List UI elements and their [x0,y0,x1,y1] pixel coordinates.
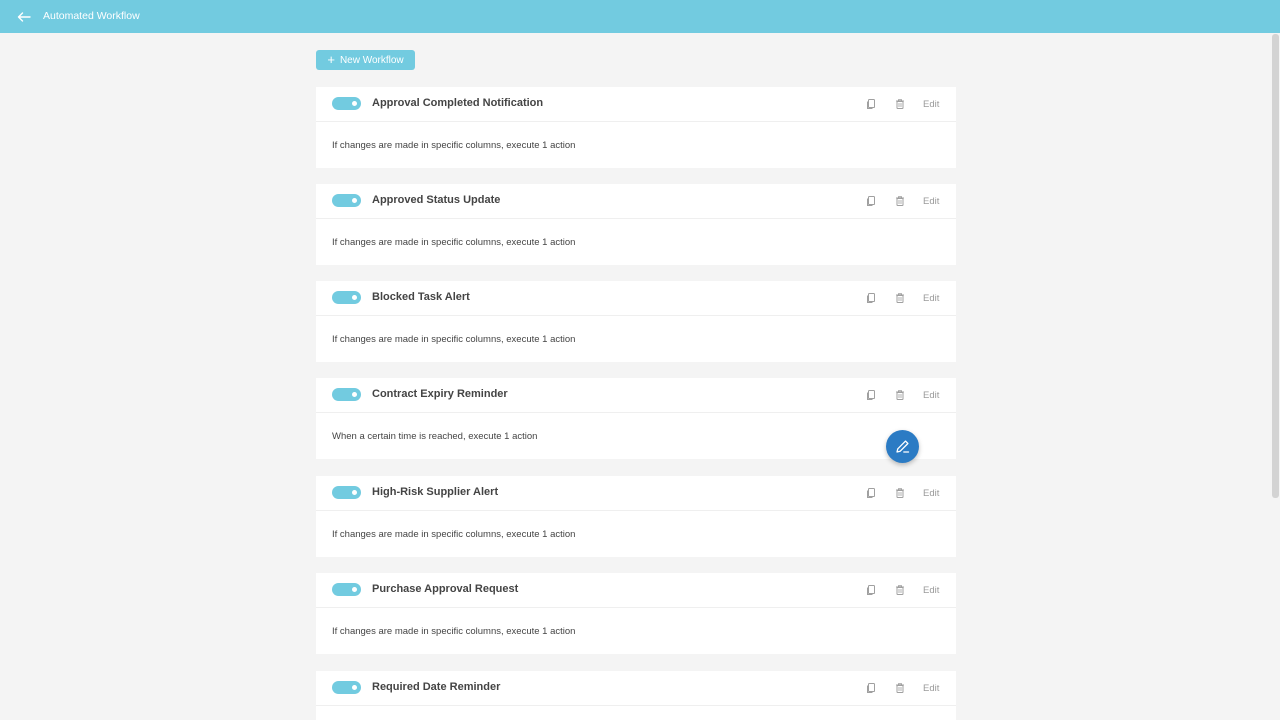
workflow-description: When a certain time is reached, execute … [332,431,538,442]
top-bar: Automated Workflow [0,0,1280,33]
copy-icon[interactable] [865,584,877,596]
workflow-enabled-toggle[interactable] [332,97,361,110]
trash-icon[interactable] [894,98,906,110]
trash-icon[interactable] [894,195,906,207]
workflow-card-header: Blocked Task Alert Edit [316,281,956,316]
edit-link[interactable]: Edit [923,99,939,110]
workflow-title: Required Date Reminder [372,681,501,693]
trash-icon[interactable] [894,682,906,694]
workflow-enabled-toggle[interactable] [332,583,361,596]
toggle-knob [352,295,357,300]
workflow-enabled-toggle[interactable] [332,194,361,207]
workflow-enabled-toggle[interactable] [332,291,361,304]
new-workflow-label: New Workflow [339,54,404,66]
toggle-knob [352,101,357,106]
plus-icon: + [327,52,335,67]
workflow-card-header: Contract Expiry Reminder Edit [316,378,956,413]
edit-link[interactable]: Edit [923,390,939,401]
edit-link[interactable]: Edit [923,293,939,304]
workflow-title: High-Risk Supplier Alert [372,486,499,498]
workflow-description: If changes are made in specific columns,… [332,529,576,540]
edit-link[interactable]: Edit [923,683,939,694]
workflow-card-header: Approved Status Update Edit [316,184,956,219]
back-arrow-icon [17,11,31,22]
workflow-title: Contract Expiry Reminder [372,388,508,400]
workflow-card: Contract Expiry Reminder Edit When a cer… [316,378,956,459]
trash-icon[interactable] [894,487,906,499]
workflow-title: Purchase Approval Request [372,583,519,595]
toggle-knob [352,685,357,690]
vertical-scrollbar[interactable] [1272,34,1279,498]
workflow-card: Approval Completed Notification Edit If … [316,87,956,168]
toggle-knob [352,392,357,397]
copy-icon[interactable] [865,195,877,207]
workflow-card: Required Date Reminder Edit [316,671,956,720]
copy-icon[interactable] [865,98,877,110]
pencil-icon [896,440,910,453]
workflow-card: Blocked Task Alert Edit If changes are m… [316,281,956,362]
workflow-description: If changes are made in specific columns,… [332,237,576,248]
edit-link[interactable]: Edit [923,196,939,207]
toggle-knob [352,490,357,495]
workflow-enabled-toggle[interactable] [332,486,361,499]
toggle-knob [352,198,357,203]
copy-icon[interactable] [865,292,877,304]
workflow-card: High-Risk Supplier Alert Edit If changes… [316,476,956,557]
edit-link[interactable]: Edit [923,585,939,596]
floating-edit-button[interactable] [886,430,919,463]
workflow-title: Approved Status Update [372,194,501,206]
workflow-description: If changes are made in specific columns,… [332,334,576,345]
trash-icon[interactable] [894,389,906,401]
workflow-card-header: High-Risk Supplier Alert Edit [316,476,956,511]
workflow-title: Approval Completed Notification [372,97,544,109]
workflow-card-header: Required Date Reminder Edit [316,671,956,706]
page-title: Automated Workflow [43,10,140,22]
workflow-enabled-toggle[interactable] [332,681,361,694]
workflow-description: If changes are made in specific columns,… [332,626,576,637]
workflow-description: If changes are made in specific columns,… [332,140,576,151]
workflow-card-header: Approval Completed Notification Edit [316,87,956,122]
workflow-card: Purchase Approval Request Edit If change… [316,573,956,654]
workflow-card: Approved Status Update Edit If changes a… [316,184,956,265]
workflow-card-header: Purchase Approval Request Edit [316,573,956,608]
back-button[interactable] [15,8,33,25]
trash-icon[interactable] [894,584,906,596]
workflow-enabled-toggle[interactable] [332,388,361,401]
toggle-knob [352,587,357,592]
copy-icon[interactable] [865,682,877,694]
edit-link[interactable]: Edit [923,488,939,499]
copy-icon[interactable] [865,487,877,499]
new-workflow-button[interactable]: + New Workflow [316,50,415,70]
workflow-title: Blocked Task Alert [372,291,470,303]
copy-icon[interactable] [865,389,877,401]
trash-icon[interactable] [894,292,906,304]
